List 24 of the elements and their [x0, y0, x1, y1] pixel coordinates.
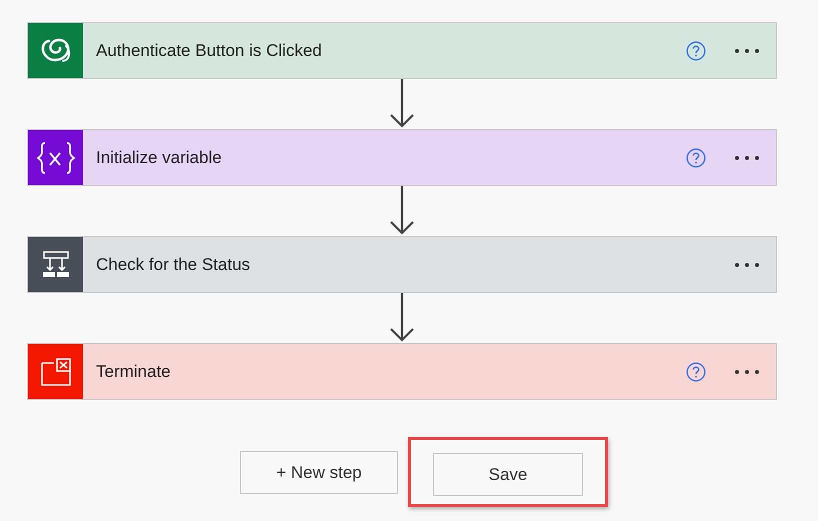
more-icon[interactable] [734, 154, 760, 160]
arrow-icon [388, 293, 416, 343]
step-title: Check for the Status [95, 254, 250, 276]
help-icon[interactable] [686, 40, 706, 60]
more-icon[interactable] [734, 262, 760, 268]
flow-step-card[interactable]: Initialize variable [27, 129, 777, 186]
arrow-icon [388, 79, 416, 129]
window-close-icon [40, 358, 70, 386]
flow-step-card[interactable]: Check for the Status [27, 236, 777, 293]
more-icon[interactable] [734, 368, 760, 374]
step-title: Terminate [95, 360, 171, 383]
help-icon[interactable] [686, 362, 706, 382]
save-button[interactable]: Save [433, 453, 583, 496]
step-title: Initialize variable [95, 146, 222, 169]
new-step-button[interactable]: + New step [240, 451, 398, 494]
help-icon[interactable] [686, 148, 706, 168]
arrow-icon [388, 186, 416, 236]
more-icon[interactable] [734, 48, 760, 54]
variable-icon [36, 140, 76, 174]
swirl-icon [38, 36, 72, 64]
branch-icon [42, 250, 70, 278]
step-title: Authenticate Button is Clicked [95, 40, 322, 62]
flow-step-card[interactable]: Authenticate Button is Clicked [27, 22, 777, 79]
flow-step-card[interactable]: Terminate [27, 343, 777, 400]
